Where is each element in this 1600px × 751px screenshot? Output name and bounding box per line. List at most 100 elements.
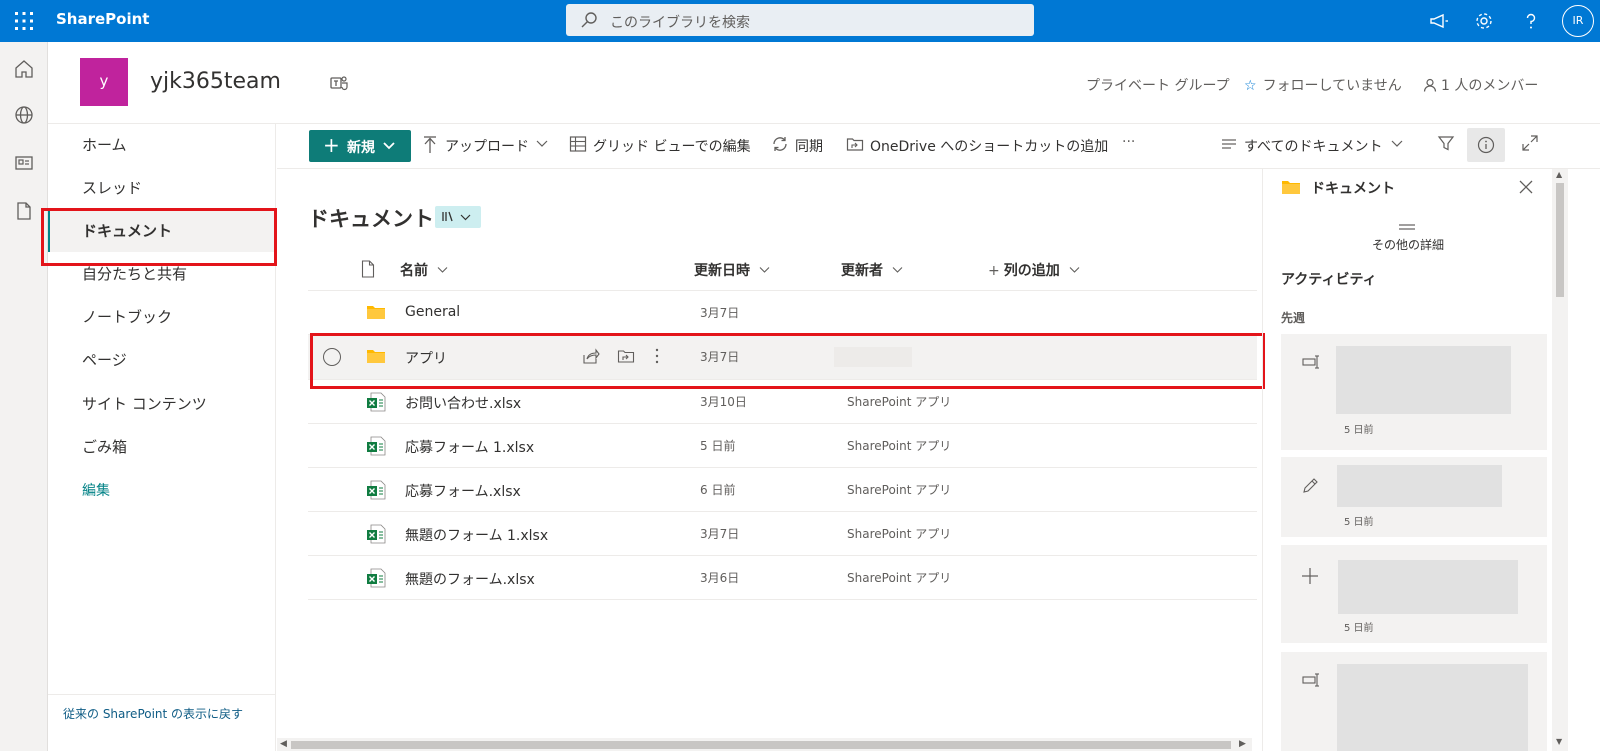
upload-label: アップロード bbox=[445, 139, 529, 155]
modified-by[interactable]: SharePoint アプリ bbox=[847, 569, 951, 586]
list-row-general[interactable]: General 3月7日 bbox=[308, 291, 1257, 335]
column-modified-label: 更新日時 bbox=[694, 263, 750, 279]
modified-by[interactable]: SharePoint アプリ bbox=[847, 525, 951, 542]
document-icon[interactable] bbox=[13, 200, 35, 222]
more-commands-button[interactable]: ··· bbox=[1122, 134, 1142, 158]
close-icon[interactable] bbox=[1519, 180, 1533, 194]
nav-item-threads[interactable]: スレッド bbox=[82, 177, 142, 198]
nav-edit-link[interactable]: 編集 bbox=[82, 480, 110, 500]
new-button-label: 新規 bbox=[347, 140, 375, 156]
add-shortcut-row-icon[interactable] bbox=[617, 347, 635, 365]
column-header-modified-by[interactable]: 更新者 bbox=[841, 260, 903, 280]
shortcut-icon bbox=[846, 135, 864, 153]
vertical-scroll-thumb[interactable] bbox=[1556, 183, 1564, 297]
file-name[interactable]: 無題のフォーム 1.xlsx bbox=[405, 525, 548, 545]
more-details-icon[interactable] bbox=[1397, 223, 1417, 231]
globe-icon[interactable] bbox=[13, 104, 35, 126]
scroll-left-arrow-icon[interactable]: ◀ bbox=[280, 738, 287, 751]
modified-by[interactable]: SharePoint アプリ bbox=[847, 481, 951, 498]
command-bar: + 新規 アップロード グリッド ビューでの編集 同期 OneDrive へのシ… bbox=[277, 124, 1600, 169]
file-name[interactable]: 応募フォーム 1.xlsx bbox=[405, 437, 534, 457]
activity-card[interactable]: 5 日前 bbox=[1281, 545, 1547, 643]
nav-active-indicator bbox=[48, 208, 50, 252]
nav-item-recycle-bin[interactable]: ごみ箱 bbox=[82, 436, 127, 457]
settings-gear-icon[interactable] bbox=[1473, 10, 1495, 32]
activity-card[interactable] bbox=[1281, 652, 1547, 751]
megaphone-icon[interactable] bbox=[1428, 10, 1450, 32]
more-actions-icon[interactable] bbox=[653, 347, 661, 365]
scroll-down-arrow-icon[interactable]: ▼ bbox=[1556, 737, 1562, 746]
nav-item-home[interactable]: ホーム bbox=[82, 134, 127, 155]
list-row-untitled-form-1[interactable]: 無題のフォーム 1.xlsx 3月7日 SharePoint アプリ bbox=[308, 512, 1257, 556]
list-row-application-form[interactable]: 応募フォーム.xlsx 6 日前 SharePoint アプリ bbox=[308, 468, 1257, 512]
activity-card[interactable]: 5 日前 bbox=[1281, 334, 1547, 450]
site-logo[interactable]: y bbox=[80, 58, 128, 106]
upload-button[interactable]: アップロード bbox=[422, 134, 556, 158]
info-icon bbox=[1477, 136, 1495, 154]
file-type-header-icon[interactable] bbox=[361, 260, 375, 278]
user-avatar[interactable]: IR bbox=[1562, 5, 1594, 37]
activity-card[interactable]: 5 日前 bbox=[1281, 457, 1547, 537]
nav-item-documents[interactable]: ドキュメント bbox=[82, 220, 172, 241]
nav-item-pages[interactable]: ページ bbox=[82, 349, 127, 370]
home-icon[interactable] bbox=[13, 58, 35, 80]
grid-edit-label: グリッド ビューでの編集 bbox=[593, 139, 751, 155]
add-column-button[interactable]: + 列の追加 bbox=[988, 260, 1080, 280]
site-title[interactable]: yjk365team bbox=[150, 69, 281, 94]
excel-file-icon bbox=[366, 568, 386, 588]
more-details-link[interactable]: その他の詳細 bbox=[1263, 236, 1553, 253]
column-header-modified[interactable]: 更新日時 bbox=[694, 260, 770, 280]
follow-button[interactable]: ☆ フォローしていません bbox=[1244, 75, 1402, 95]
nav-item-site-contents[interactable]: サイト コンテンツ bbox=[82, 393, 207, 414]
search-box[interactable]: このライブラリを検索 bbox=[566, 4, 1034, 36]
members-button[interactable]: 1 人のメンバー bbox=[1423, 75, 1538, 95]
list-row-apps[interactable]: アプリ 3月7日 bbox=[308, 335, 1257, 380]
column-header-name[interactable]: 名前 bbox=[400, 260, 448, 280]
column-name-chevron-icon bbox=[437, 266, 448, 274]
scroll-up-arrow-icon[interactable]: ▲ bbox=[1556, 170, 1562, 179]
vertical-scrollbar[interactable]: ▲ ▼ bbox=[1552, 169, 1568, 751]
sync-button[interactable]: 同期 bbox=[771, 134, 833, 158]
details-pane: ドキュメント その他の詳細 アクティビティ 先週 5 日前 5 日前 5 日前 bbox=[1262, 169, 1552, 751]
modified-by[interactable]: SharePoint アプリ bbox=[847, 437, 951, 454]
list-row-application-form-1[interactable]: 応募フォーム 1.xlsx 5 日前 SharePoint アプリ bbox=[308, 424, 1257, 468]
app-name[interactable]: SharePoint bbox=[56, 10, 149, 28]
file-name[interactable]: お問い合わせ.xlsx bbox=[405, 393, 521, 413]
file-name[interactable]: 無題のフォーム.xlsx bbox=[405, 569, 535, 589]
info-pane-button[interactable] bbox=[1467, 128, 1505, 162]
share-icon[interactable] bbox=[582, 347, 600, 365]
app-launcher-icon[interactable] bbox=[12, 9, 36, 33]
expand-icon[interactable] bbox=[1521, 134, 1539, 152]
file-name[interactable]: 応募フォーム.xlsx bbox=[405, 481, 521, 501]
modified-by[interactable]: SharePoint アプリ bbox=[847, 393, 951, 410]
filter-icon[interactable] bbox=[1437, 134, 1455, 152]
list-row-untitled-form[interactable]: 無題のフォーム.xlsx 3月6日 SharePoint アプリ bbox=[308, 556, 1257, 600]
activity-thumbnail bbox=[1336, 346, 1511, 414]
horizontal-scroll-thumb[interactable] bbox=[291, 741, 1231, 749]
file-name[interactable]: アプリ bbox=[405, 348, 447, 368]
file-name[interactable]: General bbox=[405, 304, 460, 320]
pane-folder-icon bbox=[1281, 179, 1301, 195]
column-name-label: 名前 bbox=[400, 263, 428, 279]
row-select-checkbox[interactable] bbox=[323, 348, 341, 366]
grid-edit-button[interactable]: グリッド ビューでの編集 bbox=[569, 134, 755, 158]
help-icon[interactable] bbox=[1520, 10, 1542, 32]
library-view-badge[interactable] bbox=[435, 206, 481, 228]
teams-icon[interactable] bbox=[330, 74, 348, 92]
horizontal-scrollbar[interactable]: ◀ ▶ bbox=[277, 738, 1252, 751]
news-icon[interactable] bbox=[13, 152, 35, 174]
new-button[interactable]: + 新規 bbox=[309, 130, 411, 162]
modified-date: 6 日前 bbox=[700, 483, 736, 497]
nav-item-shared-with-us[interactable]: 自分たちと共有 bbox=[82, 263, 187, 284]
scroll-right-arrow-icon[interactable]: ▶ bbox=[1239, 738, 1246, 751]
column-modified-by-label: 更新者 bbox=[841, 263, 883, 279]
last-week-label: 先週 bbox=[1281, 311, 1306, 325]
view-selector[interactable]: すべてのドキュメント bbox=[1221, 134, 1403, 158]
classic-view-link[interactable]: 従来の SharePoint の表示に戻す bbox=[48, 694, 276, 722]
rename-icon bbox=[1301, 672, 1321, 688]
add-shortcut-button[interactable]: OneDrive へのショートカットの追加 bbox=[846, 134, 1109, 158]
add-shortcut-label: OneDrive へのショートカットの追加 bbox=[870, 139, 1109, 155]
sync-icon bbox=[771, 135, 789, 153]
list-row-inquiry[interactable]: お問い合わせ.xlsx 3月10日 SharePoint アプリ bbox=[308, 380, 1257, 424]
nav-item-notebook[interactable]: ノートブック bbox=[82, 306, 172, 327]
